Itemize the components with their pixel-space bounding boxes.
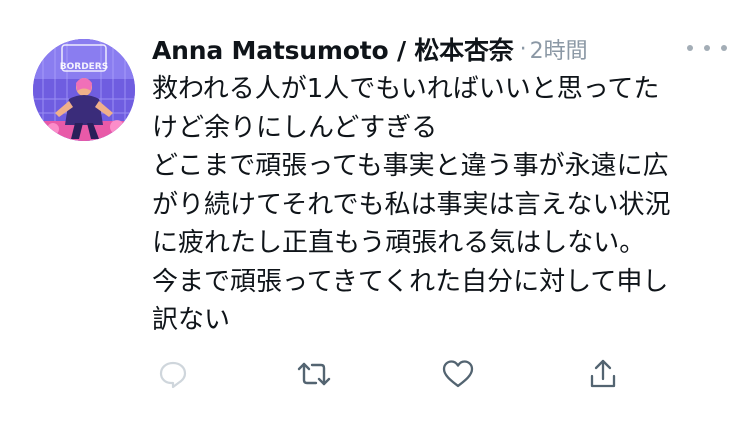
tweet-text-line: 救われる人が1人でもいればいいと思ってた xyxy=(152,74,660,104)
more-dot xyxy=(721,45,727,51)
tweet-text-line: 訳ない xyxy=(152,305,231,335)
tweet-text-line: 今まで頑張ってきてくれた自分に対して申し xyxy=(152,266,669,297)
tweet-card[interactable]: BORDERS Anna Matsumoto / 松本杏奈 · 2時間 救われる… xyxy=(0,0,749,421)
retweet-button[interactable] xyxy=(294,354,334,394)
avatar-image: BORDERS xyxy=(33,39,135,141)
reply-button[interactable] xyxy=(153,354,193,394)
avatar-banner-text: BORDERS xyxy=(60,62,108,72)
timestamp[interactable]: 2時間 xyxy=(530,33,588,65)
tweet-text-line: に疲れたし正直もう頑張れる気はしない。 xyxy=(152,228,646,258)
tweet-content: Anna Matsumoto / 松本杏奈 · 2時間 救われる人が1人でもいれ… xyxy=(152,28,727,340)
like-icon xyxy=(442,360,474,388)
more-dot xyxy=(687,45,693,51)
author-name[interactable]: Anna Matsumoto / 松本杏奈 xyxy=(152,31,514,67)
share-button[interactable] xyxy=(583,354,623,394)
share-icon xyxy=(590,359,616,388)
more-options-icon[interactable] xyxy=(687,36,727,60)
header-separator: · xyxy=(519,36,527,62)
avatar[interactable]: BORDERS xyxy=(33,39,135,141)
retweet-icon xyxy=(297,362,331,386)
reply-icon xyxy=(159,361,187,389)
tweet-header: Anna Matsumoto / 松本杏奈 · 2時間 xyxy=(152,28,727,70)
tweet-actions xyxy=(152,354,632,394)
tweet-text: 救われる人が1人でもいればいいと思ってた けど余りにしんどすぎる どこまで頑張っ… xyxy=(152,70,727,340)
tweet-text-line: どこまで頑張っても事実と違う事が永遠に広 xyxy=(152,151,669,181)
more-dot xyxy=(704,45,710,51)
tweet-text-line: がり続けてそれでも私は事実は言えない状況 xyxy=(152,189,671,220)
like-button[interactable] xyxy=(438,354,478,394)
tweet-text-line: けど余りにしんどすぎる xyxy=(152,112,438,143)
